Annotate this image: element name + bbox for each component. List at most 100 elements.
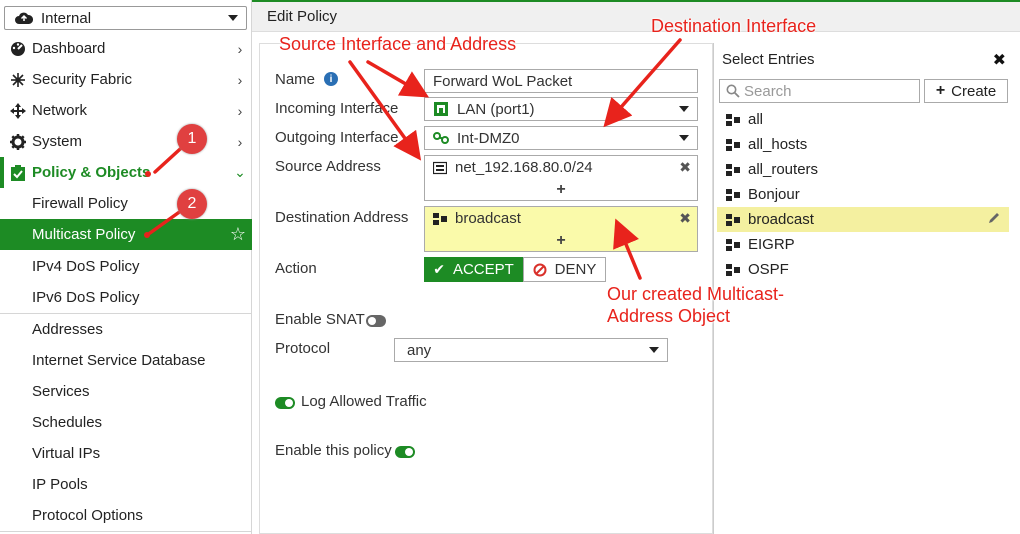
sidebar-item-label: IP Pools <box>32 476 88 493</box>
sidebar-divider <box>0 531 252 532</box>
sidebar-item-label: Multicast Policy <box>32 226 136 243</box>
multicast-address-icon <box>726 263 742 277</box>
step-badge-2: 2 <box>177 189 207 219</box>
plus-icon: + <box>935 82 946 99</box>
snat-label: Enable SNAT <box>275 311 365 328</box>
page-title: Edit Policy <box>267 8 338 25</box>
destination-address-label: Destination Address <box>275 209 409 226</box>
multicast-address-icon <box>726 113 742 127</box>
sidebar-item-ip-pools[interactable]: IP Pools <box>0 469 252 500</box>
info-icon[interactable]: i <box>324 72 338 86</box>
sidebar-item-label: Dashboard <box>32 40 106 57</box>
outgoing-interface-select[interactable]: Int-DMZ0 <box>424 126 698 150</box>
source-address-field[interactable]: net_192.168.80.0/24 ✖ + <box>424 155 698 201</box>
destination-address-field[interactable]: broadcast ✖ + <box>424 206 698 252</box>
check-icon: ✔ <box>433 261 445 277</box>
gear-icon <box>9 133 27 150</box>
chevron-right-icon: › <box>237 102 243 119</box>
vdom-label: Internal <box>41 9 92 27</box>
security-fabric-icon <box>9 72 27 88</box>
chevron-down-icon <box>679 135 689 141</box>
vdom-selector[interactable]: Internal <box>4 6 247 30</box>
pencil-icon[interactable] <box>987 211 1001 225</box>
incoming-interface-select[interactable]: LAN (port1) <box>424 97 698 121</box>
list-item[interactable]: EIGRP <box>717 232 1009 257</box>
step-badge-1: 1 <box>177 124 207 154</box>
accept-button[interactable]: ✔ ACCEPT <box>424 257 523 282</box>
sidebar-item-dashboard[interactable]: Dashboard › <box>0 33 252 64</box>
chevron-right-icon: › <box>237 40 243 57</box>
list-item-label: broadcast <box>748 211 814 228</box>
list-item[interactable]: all_hosts <box>717 132 1009 157</box>
panel-title: Select Entries <box>722 51 815 68</box>
star-icon[interactable]: ☆ <box>224 224 252 245</box>
chevron-down-icon <box>649 347 659 353</box>
add-destination-button[interactable]: + <box>425 232 697 250</box>
sidebar-item-services[interactable]: Services <box>0 376 252 407</box>
sidebar-item-system[interactable]: System › <box>0 126 252 157</box>
sidebar-item-firewall-policy[interactable]: Firewall Policy <box>0 188 252 219</box>
add-source-button[interactable]: + <box>425 181 697 199</box>
sidebar-item-label: Schedules <box>32 414 103 431</box>
list-item-label: Bonjour <box>748 186 800 203</box>
create-label: Create <box>951 82 997 100</box>
list-item[interactable]: Bonjour <box>717 182 1009 207</box>
source-address-value: net_192.168.80.0/24 <box>455 159 593 176</box>
sidebar-item-policy-objects[interactable]: Policy & Objects ⌄ <box>0 157 252 188</box>
multicast-address-icon <box>726 213 742 227</box>
sidebar-item-ipv6-dos-policy[interactable]: IPv6 DoS Policy <box>0 282 252 313</box>
name-label: Name <box>275 71 316 88</box>
chevron-right-icon: › <box>237 71 243 88</box>
log-traffic-label: Log Allowed Traffic <box>301 393 427 410</box>
multicast-address-icon <box>726 138 742 152</box>
sidebar-item-label: IPv4 DoS Policy <box>32 258 140 275</box>
remove-icon[interactable]: ✖ <box>679 210 691 227</box>
enable-policy-toggle[interactable] <box>395 446 415 458</box>
sidebar-item-label: Protocol Options <box>32 507 143 524</box>
search-icon <box>726 84 740 98</box>
remove-icon[interactable]: ✖ <box>679 159 691 176</box>
close-icon[interactable]: ✖ <box>993 50 1006 70</box>
multicast-address-icon <box>726 238 742 252</box>
sidebar-item-label: Firewall Policy <box>32 195 128 212</box>
sidebar-item-schedules[interactable]: Schedules <box>0 407 252 438</box>
incoming-interface-value: LAN (port1) <box>457 100 535 118</box>
sidebar-item-ipv4-dos-policy[interactable]: IPv4 DoS Policy <box>0 251 252 282</box>
sidebar-item-addresses[interactable]: Addresses <box>0 314 252 345</box>
log-traffic-toggle[interactable] <box>275 397 295 409</box>
link-icon <box>433 130 449 146</box>
protocol-value: any <box>407 341 432 359</box>
sidebar-item-label: Security Fabric <box>32 71 133 88</box>
page-header: Edit Policy <box>252 0 1020 32</box>
list-item[interactable]: all_routers <box>717 157 1009 182</box>
network-icon <box>9 102 27 119</box>
destination-address-entry: broadcast ✖ <box>433 210 697 227</box>
search-input[interactable] <box>744 82 914 100</box>
deny-button[interactable]: DENY <box>523 257 606 282</box>
create-button[interactable]: + Create <box>924 79 1008 103</box>
list-item[interactable]: all <box>717 107 1009 132</box>
accept-label: ACCEPT <box>452 261 514 278</box>
sidebar-item-virtual-ips[interactable]: Virtual IPs <box>0 438 252 469</box>
list-item[interactable]: OSPF <box>717 257 1009 282</box>
sidebar-item-internet-service-database[interactable]: Internet Service Database <box>0 345 252 376</box>
sidebar-item-label: Internet Service Database <box>32 352 206 369</box>
list-item-label: all_routers <box>748 161 819 178</box>
sidebar-item-network[interactable]: Network › <box>0 95 252 126</box>
annotation-multicast-object-1: Our created Multicast- <box>607 284 785 304</box>
chevron-down-icon <box>679 106 689 112</box>
sidebar: Internal Dashboard › Security Fabric › N… <box>0 0 252 534</box>
port-icon <box>433 101 449 117</box>
sidebar-item-label: Services <box>32 383 90 400</box>
sidebar-item-label: Policy & Objects <box>32 164 151 181</box>
search-box[interactable] <box>719 79 920 103</box>
protocol-select[interactable]: any <box>394 338 668 362</box>
sidebar-item-multicast-policy[interactable]: Multicast Policy ☆ <box>0 219 252 250</box>
sidebar-item-protocol-options[interactable]: Protocol Options <box>0 500 252 531</box>
list-item-selected[interactable]: broadcast <box>717 207 1009 232</box>
snat-toggle[interactable] <box>366 315 386 327</box>
protocol-label: Protocol <box>275 340 331 357</box>
list-item-label: EIGRP <box>748 236 795 253</box>
sidebar-item-security-fabric[interactable]: Security Fabric › <box>0 64 252 95</box>
name-field[interactable]: Forward WoL Packet <box>424 69 698 93</box>
